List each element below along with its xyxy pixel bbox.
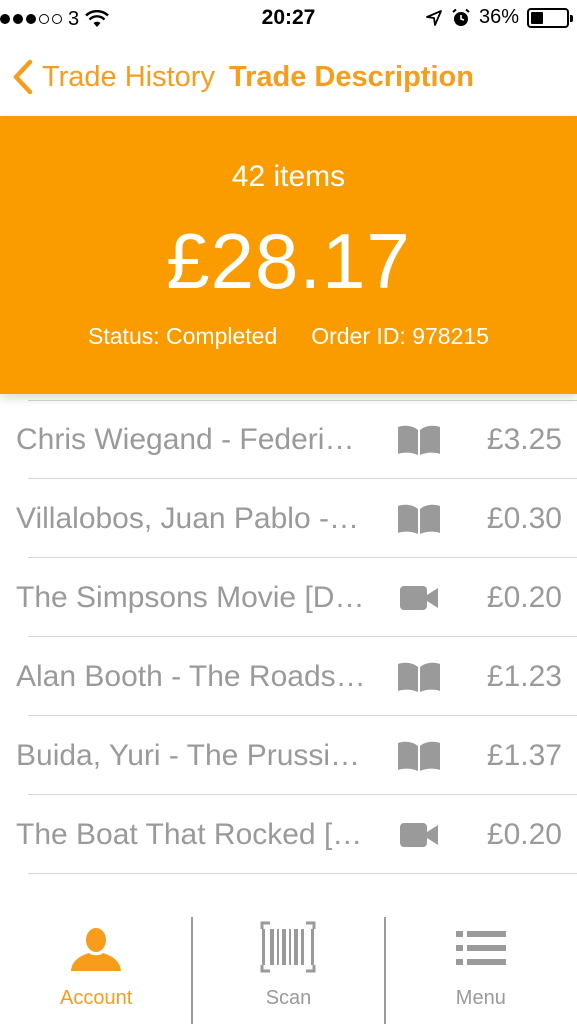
item-title: Alan Booth - The Roads…	[16, 659, 366, 693]
item-price: £1.37	[486, 738, 562, 772]
item-count: 42 items	[231, 160, 346, 193]
item-price: £1.23	[486, 659, 562, 693]
item-price: £0.30	[486, 501, 562, 535]
trade-summary: 42 items £28.17 Status: Completed Order …	[0, 116, 577, 394]
list-item[interactable]: Villalobos, Juan Pablo -… £0.30	[0, 479, 577, 558]
item-title: Chris Wiegand - Federi…	[16, 422, 355, 456]
back-button-label: Trade History	[42, 60, 215, 93]
tab-label: Scan	[265, 987, 312, 1009]
book-icon	[396, 739, 442, 773]
list-icon	[455, 931, 506, 965]
status-right: 36%	[425, 6, 573, 29]
barcode-icon	[260, 921, 316, 973]
page-title: Trade Description	[228, 60, 474, 93]
trade-status: Status: Completed	[88, 323, 278, 349]
book-icon	[396, 502, 442, 536]
book-icon	[396, 423, 442, 457]
item-title: Villalobos, Juan Pablo -…	[16, 501, 359, 535]
item-title: The Boat That Rocked […	[16, 817, 363, 851]
navigation-bar: Trade History Trade Description	[0, 38, 577, 116]
item-price: £0.20	[486, 580, 562, 614]
book-icon	[396, 660, 442, 694]
order-id: Order ID: 978215	[311, 323, 489, 349]
tab-label: Menu	[455, 987, 506, 1009]
chevron-left-icon	[13, 59, 33, 95]
location-arrow-icon	[426, 9, 442, 26]
trade-meta: Status: Completed Order ID: 978215	[0, 323, 577, 350]
status-bar: 3 20:27 36%	[0, 0, 577, 38]
video-camera-icon	[396, 581, 442, 615]
tab-scan[interactable]: Scan	[192, 897, 384, 1024]
tab-menu[interactable]: Menu	[385, 897, 577, 1024]
battery-icon	[527, 7, 573, 28]
battery-percent: 36%	[478, 6, 519, 28]
tab-account[interactable]: Account	[0, 897, 192, 1024]
item-price: £3.25	[486, 422, 562, 456]
item-title: Buida, Yuri - The Prussi…	[16, 738, 361, 772]
back-button[interactable]: Trade History	[12, 59, 215, 95]
list-item[interactable]: Alan Booth - The Roads… £1.23	[0, 637, 577, 716]
video-camera-icon	[396, 818, 442, 852]
list-item[interactable]: Buida, Yuri - The Prussi… £1.37	[0, 716, 577, 795]
list-item[interactable]: The Simpsons Movie [D… £0.20	[0, 558, 577, 637]
trade-total: £28.17	[166, 217, 411, 305]
person-icon	[71, 928, 122, 971]
list-item[interactable]: Chris Wiegand - Federi… £3.25	[0, 400, 577, 479]
item-title: The Simpsons Movie [D…	[16, 580, 365, 614]
alarm-icon	[452, 8, 470, 26]
list-item[interactable]: The Boat That Rocked [… £0.20	[0, 795, 577, 874]
tab-bar: Account Scan Menu	[0, 897, 577, 1024]
tab-label: Account	[60, 987, 133, 1009]
trade-items-list[interactable]: Chris Wiegand - Federi… £3.25 Villalobos…	[0, 400, 577, 878]
item-price: £0.20	[486, 817, 562, 851]
